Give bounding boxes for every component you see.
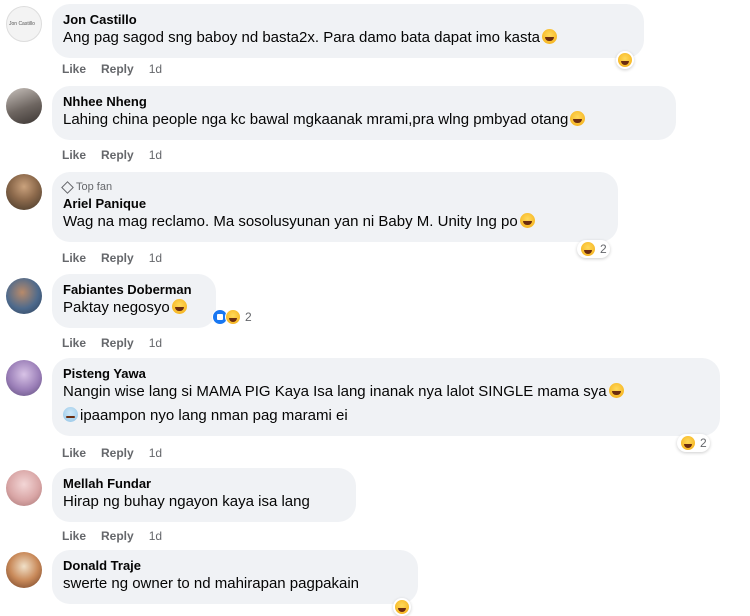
rofl-emoji-icon xyxy=(171,299,187,314)
reaction-summary[interactable]: 2 xyxy=(209,308,255,326)
comment-item: Donald Traje swerte ng owner to nd mahir… xyxy=(0,550,750,616)
comment-item: Fabiantes Doberman Paktay negosyo 2 Like… xyxy=(0,272,750,358)
like-button[interactable]: Like xyxy=(62,62,86,76)
comment-bubble: Nhhee Nheng Lahing china people nga kc b… xyxy=(52,86,676,140)
diamond-icon xyxy=(61,180,74,194)
crying-emoji-icon xyxy=(63,407,78,422)
comment-text-line-2: ipaampon nyo lang nman pag marami ei xyxy=(63,406,708,426)
comment-author[interactable]: Nhhee Nheng xyxy=(63,94,664,110)
reply-button[interactable]: Reply xyxy=(101,446,134,460)
like-button[interactable]: Like xyxy=(62,251,86,265)
avatar[interactable] xyxy=(6,88,42,124)
reply-button[interactable]: Reply xyxy=(101,62,134,76)
comment-text: Lahing china people nga kc bawal mgkaana… xyxy=(63,110,664,130)
like-button[interactable]: Like xyxy=(62,148,86,162)
haha-reaction-icon xyxy=(580,241,596,257)
comment-actions: Like Reply 1d xyxy=(62,148,162,162)
comment-actions: Like Reply 1d xyxy=(62,446,162,460)
reaction-summary[interactable]: 2 xyxy=(677,434,710,452)
comment-author[interactable]: Fabiantes Doberman xyxy=(63,282,204,298)
comment-timestamp[interactable]: 1d xyxy=(149,251,162,265)
avatar[interactable] xyxy=(6,470,42,506)
comment-actions: Like Reply 1d xyxy=(62,336,162,350)
comment-author[interactable]: Mellah Fundar xyxy=(63,476,344,492)
avatar[interactable] xyxy=(6,360,42,396)
comment-item: Top fan Ariel Panique Wag na mag reclamo… xyxy=(0,172,750,272)
comment-timestamp[interactable]: 1d xyxy=(149,446,162,460)
avatar[interactable] xyxy=(6,552,42,588)
reaction-summary[interactable]: 2 xyxy=(577,240,610,258)
comment-timestamp[interactable]: 1d xyxy=(149,336,162,350)
comment-bubble: Fabiantes Doberman Paktay negosyo xyxy=(52,274,216,328)
reply-button[interactable]: Reply xyxy=(101,336,134,350)
like-button[interactable]: Like xyxy=(62,529,86,543)
avatar[interactable] xyxy=(6,174,42,210)
grin-emoji-icon xyxy=(519,213,535,228)
comment-text: Nangin wise lang si MAMA PIG Kaya Isa la… xyxy=(63,382,708,402)
like-button[interactable]: Like xyxy=(62,446,86,460)
comment-actions: Like Reply 1d xyxy=(62,62,162,76)
rofl-emoji-icon xyxy=(570,111,586,126)
top-fan-badge: Top fan xyxy=(61,180,606,194)
avatar-text: Jon Castillo xyxy=(9,21,35,27)
comment-timestamp[interactable]: 1d xyxy=(149,62,162,76)
avatar[interactable] xyxy=(6,278,42,314)
reaction-count: 2 xyxy=(600,242,607,256)
reply-button[interactable]: Reply xyxy=(101,251,134,265)
comment-author[interactable]: Ariel Panique xyxy=(63,196,606,212)
comment-item: Pisteng Yawa Nangin wise lang si MAMA PI… xyxy=(0,358,750,468)
laughing-emoji-icon xyxy=(542,29,557,44)
reaction-summary[interactable] xyxy=(393,598,411,616)
reaction-count: 2 xyxy=(700,436,707,450)
comment-actions: Like Reply 1d xyxy=(62,529,162,543)
comment-bubble: Mellah Fundar Hirap ng buhay ngayon kaya… xyxy=(52,468,356,522)
reply-button[interactable]: Reply xyxy=(101,148,134,162)
comment-bubble: Jon Castillo Ang pag sagod sng baboy nd … xyxy=(52,4,644,58)
comment-item: Mellah Fundar Hirap ng buhay ngayon kaya… xyxy=(0,468,750,550)
haha-reaction-icon xyxy=(680,435,696,451)
comment-actions: Like Reply 1d xyxy=(62,251,162,265)
comment-bubble: Pisteng Yawa Nangin wise lang si MAMA PI… xyxy=(52,358,720,436)
like-button[interactable]: Like xyxy=(62,336,86,350)
comment-text: swerte ng owner to nd mahirapan pagpakai… xyxy=(63,575,360,592)
laughing-emoji-icon xyxy=(608,383,624,398)
comment-item: Nhhee Nheng Lahing china people nga kc b… xyxy=(0,86,750,172)
comment-timestamp[interactable]: 1d xyxy=(149,529,162,543)
comment-bubble: Top fan Ariel Panique Wag na mag reclamo… xyxy=(52,172,618,242)
comment-text: Ang pag sagod sng baboy nd basta2x. Para… xyxy=(63,28,632,48)
comment-timestamp[interactable]: 1d xyxy=(149,148,162,162)
comment-item: Jon Castillo Jon Castillo Ang pag sagod … xyxy=(0,0,750,86)
comment-author[interactable]: Pisteng Yawa xyxy=(63,366,708,382)
comment-text: Hirap ng buhay ngayon kaya isa lang xyxy=(63,493,310,510)
reaction-count: 2 xyxy=(245,310,252,324)
comment-bubble: Donald Traje swerte ng owner to nd mahir… xyxy=(52,550,418,604)
haha-reaction-icon xyxy=(394,599,410,615)
reply-button[interactable]: Reply xyxy=(101,529,134,543)
comment-author[interactable]: Jon Castillo xyxy=(63,12,632,28)
comment-text: Paktay negosyo xyxy=(63,298,204,318)
comment-text: Wag na mag reclamo. Ma sosolusyunan yan … xyxy=(63,212,606,232)
avatar[interactable]: Jon Castillo xyxy=(6,6,42,42)
comment-author[interactable]: Donald Traje xyxy=(63,558,406,574)
haha-reaction-icon xyxy=(225,309,241,325)
haha-reaction-icon xyxy=(617,52,633,68)
reaction-summary[interactable] xyxy=(616,51,634,69)
